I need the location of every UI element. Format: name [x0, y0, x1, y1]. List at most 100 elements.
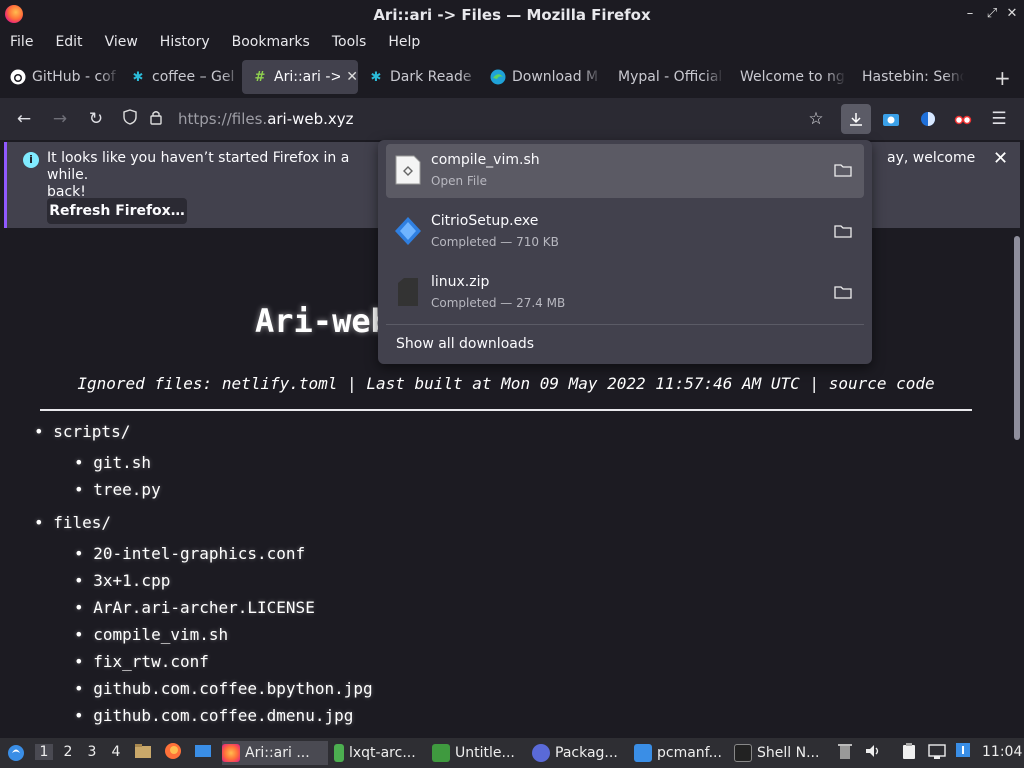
- start-menu-icon[interactable]: [6, 741, 26, 765]
- download-name: CitrioSetup.exe: [431, 213, 539, 229]
- menu-bookmarks[interactable]: Bookmarks: [232, 34, 310, 50]
- maximize-button[interactable]: ⤢: [984, 6, 1000, 21]
- download-item[interactable]: linux.zip Completed — 27.4 MB: [386, 266, 864, 320]
- menu-edit[interactable]: Edit: [55, 34, 82, 50]
- scripts-list: git.sh tree.py: [34, 449, 373, 503]
- reload-button[interactable]: ↻: [86, 109, 106, 129]
- taskbar-window-lxqt[interactable]: lxqt-arc...: [334, 741, 422, 765]
- window-title: Ari::ari -> Files — Mozilla Firefox: [373, 6, 651, 24]
- workspace-1[interactable]: 1: [35, 744, 53, 760]
- firefox-logo-icon: [5, 5, 23, 23]
- hash-icon: #: [254, 69, 266, 85]
- notification-text: It looks like you haven’t started Firefo…: [47, 150, 350, 200]
- new-tab-button[interactable]: +: [994, 66, 1011, 90]
- minimize-button[interactable]: –: [962, 6, 978, 21]
- clock[interactable]: 11:04: [982, 744, 1022, 760]
- folder-icon[interactable]: [834, 284, 852, 300]
- tab-mypal[interactable]: Mypal - Official: [602, 60, 724, 94]
- downloads-button[interactable]: [841, 104, 871, 134]
- taskbar-window-untitled[interactable]: Untitle...: [432, 741, 520, 765]
- refresh-firefox-button[interactable]: Refresh Firefox…: [47, 198, 187, 224]
- file-link[interactable]: git.sh: [74, 449, 373, 476]
- hamburger-menu-icon[interactable]: ☰: [989, 109, 1009, 129]
- url-text[interactable]: https://files.ari-web.xyz: [178, 110, 354, 128]
- page-title: Ari-web: [255, 302, 390, 340]
- dark-reader-icon: ✱: [370, 69, 382, 85]
- terminal-icon: [734, 744, 752, 762]
- url-bar[interactable]: https://files.ari-web.xyz: [120, 104, 830, 134]
- page-subtitle: Ignored files: netlify.toml | Last built…: [77, 374, 935, 393]
- workspace-4[interactable]: 4: [107, 744, 125, 760]
- page-scrollbar[interactable]: [1014, 236, 1020, 440]
- tab-welcome[interactable]: Welcome to ng: [724, 60, 846, 94]
- menu-history[interactable]: History: [160, 34, 210, 50]
- menu-view[interactable]: View: [105, 34, 138, 50]
- file-link[interactable]: fix_rtw.conf: [74, 648, 373, 675]
- dir-files[interactable]: files/: [34, 509, 373, 536]
- notification-text-tail: ay, welcome: [887, 150, 976, 166]
- file-link[interactable]: 3x+1.cpp: [74, 567, 373, 594]
- firefox-launcher-icon[interactable]: [164, 742, 182, 764]
- file-link[interactable]: github.com.coffee.bpython.jpg: [74, 675, 372, 702]
- extension-mask-icon[interactable]: [953, 109, 973, 129]
- menu-tools[interactable]: Tools: [332, 34, 367, 50]
- taskbar-window-pcmanfm[interactable]: pcmanf...: [634, 741, 724, 765]
- file-link[interactable]: github.com.coffee.dmenu.jpg: [74, 702, 373, 729]
- menu-help[interactable]: Help: [388, 34, 420, 50]
- taskbar-window-firefox[interactable]: Ari::ari ...: [222, 741, 328, 765]
- trash-icon[interactable]: [836, 742, 854, 764]
- show-all-downloads-button[interactable]: Show all downloads: [396, 336, 534, 352]
- tab-coffee[interactable]: ✱ coffee – Gel: [120, 60, 242, 94]
- firefox-icon: [222, 744, 240, 762]
- lock-icon[interactable]: [146, 109, 166, 129]
- tab-github[interactable]: GitHub - cof: [0, 60, 120, 94]
- download-status: Completed — 710 KB: [431, 235, 559, 249]
- download-item[interactable]: compile_vim.sh Open File: [386, 144, 864, 198]
- workspace-3[interactable]: 3: [83, 744, 101, 760]
- tab-ari-files[interactable]: # Ari::ari -> ✕: [242, 60, 358, 94]
- bookmark-star-icon[interactable]: ☆: [806, 109, 826, 129]
- close-window-button[interactable]: ✕: [1004, 6, 1020, 21]
- screenshot-extension-icon[interactable]: [881, 109, 901, 129]
- volume-icon[interactable]: [864, 742, 882, 764]
- tracking-shield-icon[interactable]: [120, 109, 140, 129]
- download-item[interactable]: CitrioSetup.exe Completed — 710 KB: [386, 205, 864, 259]
- script-file-icon: [395, 155, 421, 185]
- tab-dark-reader[interactable]: ✱ Dark Reade: [358, 60, 480, 94]
- desktop-launcher-icon[interactable]: [194, 742, 212, 764]
- close-tab-icon[interactable]: ✕: [346, 69, 358, 85]
- taskbar-window-packages[interactable]: Packag...: [532, 741, 622, 765]
- file-link[interactable]: ArAr.ari-archer.LICENSE: [74, 594, 373, 621]
- files-list: 20-intel-graphics.conf 3x+1.cpp ArAr.ari…: [34, 540, 373, 729]
- title-bar: Ari::ari -> Files — Mozilla Firefox – ⤢ …: [0, 0, 1024, 30]
- workspace-2[interactable]: 2: [59, 744, 77, 760]
- source-code-link[interactable]: source code: [829, 374, 935, 393]
- folder-icon[interactable]: [834, 223, 852, 239]
- taskbar-window-shell[interactable]: Shell N...: [734, 741, 826, 765]
- menu-file[interactable]: File: [10, 34, 33, 50]
- folder-icon[interactable]: [834, 162, 852, 178]
- forward-button[interactable]: →: [50, 109, 70, 129]
- file-link[interactable]: tree.py: [74, 476, 373, 503]
- tab-download[interactable]: Download M: [480, 60, 602, 94]
- zip-file-icon: [398, 278, 418, 306]
- file-manager-launcher-icon[interactable]: [134, 742, 152, 764]
- back-button[interactable]: ←: [14, 109, 34, 129]
- dir-scripts[interactable]: scripts/: [34, 418, 373, 445]
- extension-globe-icon[interactable]: [918, 109, 938, 129]
- file-link[interactable]: compile_vim.sh: [74, 621, 373, 648]
- tab-hastebin[interactable]: Hastebin: Send: [846, 60, 964, 94]
- network-icon[interactable]: [928, 742, 946, 764]
- coffee-gel-icon: ✱: [132, 69, 144, 85]
- divider: [40, 409, 972, 411]
- close-notification-icon[interactable]: ✕: [993, 148, 1008, 169]
- download-arrow-icon: [850, 113, 862, 126]
- download-name: compile_vim.sh: [431, 152, 540, 168]
- downloads-panel: compile_vim.sh Open File CitrioSetup.exe…: [378, 140, 872, 364]
- edge-icon: [490, 69, 506, 85]
- update-notifier-icon[interactable]: [954, 742, 972, 762]
- clipboard-icon[interactable]: [900, 742, 918, 764]
- package-manager-icon: [532, 744, 550, 762]
- file-link[interactable]: 20-intel-graphics.conf: [74, 540, 373, 567]
- archive-icon: [334, 744, 344, 762]
